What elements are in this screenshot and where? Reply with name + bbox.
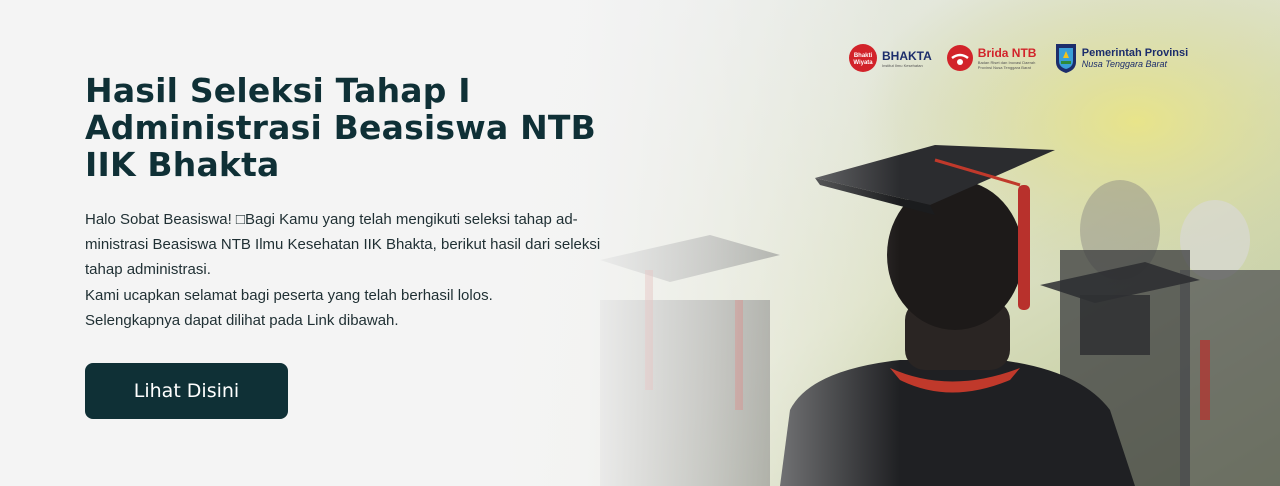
svg-text:Wiyata: Wiyata — [853, 60, 873, 66]
bhakta-logo: Bhakti Wiyata BHAKTA Institut Ilmu Keseh… — [848, 43, 932, 73]
provinsi-logo: Pemerintah Provinsi Nusa Tenggara Barat — [1054, 42, 1188, 74]
provinsi-logo-line2: Nusa Tenggara Barat — [1081, 58, 1168, 69]
brida-logo-sub: Badan Riset dan Inovasi Daerah Provinsi … — [977, 60, 1036, 70]
hero-banner: Bhakti Wiyata BHAKTA Institut Ilmu Keseh… — [0, 0, 1280, 486]
hero-content: Hasil Seleksi Tahap I Administrasi Beasi… — [85, 72, 645, 333]
bhakti-wiyata-badge-icon: Bhakti Wiyata — [849, 44, 877, 72]
page-title: Hasil Seleksi Tahap I Administrasi Beasi… — [85, 72, 645, 183]
provinsi-logo-line1: Pemerintah Provinsi — [1081, 46, 1189, 59]
partner-logos: Bhakti Wiyata BHAKTA Institut Ilmu Keseh… — [848, 42, 1188, 74]
hero-description: Halo Sobat Beasiswa! □Bagi Kamu yang tel… — [85, 207, 625, 333]
desc-line-2: ministrasi Beasiswa NTB Ilmu Kesehatan I… — [85, 236, 601, 254]
desc-line-3: tahap administrasi. — [85, 261, 211, 279]
brida-logo-name: Brida NTB — [977, 46, 1037, 60]
title-line-1: Hasil Seleksi Tahap I — [85, 71, 471, 110]
title-line-2: Administrasi Beasiswa NTB — [85, 108, 596, 147]
svg-text:Bhakti: Bhakti — [854, 53, 873, 59]
desc-line-5: Selengkapnya dapat dilihat pada Link dib… — [85, 311, 399, 329]
desc-line-1: Halo Sobat Beasiswa! □Bagi Kamu yang tel… — [85, 211, 578, 228]
view-here-button[interactable]: Lihat Disini — [85, 363, 288, 419]
bhakta-logo-sub: Institut Ilmu Kesehatan — [882, 62, 923, 68]
bhakta-logo-name: BHAKTA — [882, 48, 932, 63]
title-line-3: IIK Bhakta — [85, 145, 280, 184]
desc-line-4: Kami ucapkan selamat bagi peserta yang t… — [85, 286, 493, 304]
brida-logo: Brida NTB Badan Riset dan Inovasi Daerah… — [946, 44, 1040, 72]
brida-emblem-icon — [946, 45, 973, 71]
ntb-shield-icon — [1055, 44, 1076, 73]
